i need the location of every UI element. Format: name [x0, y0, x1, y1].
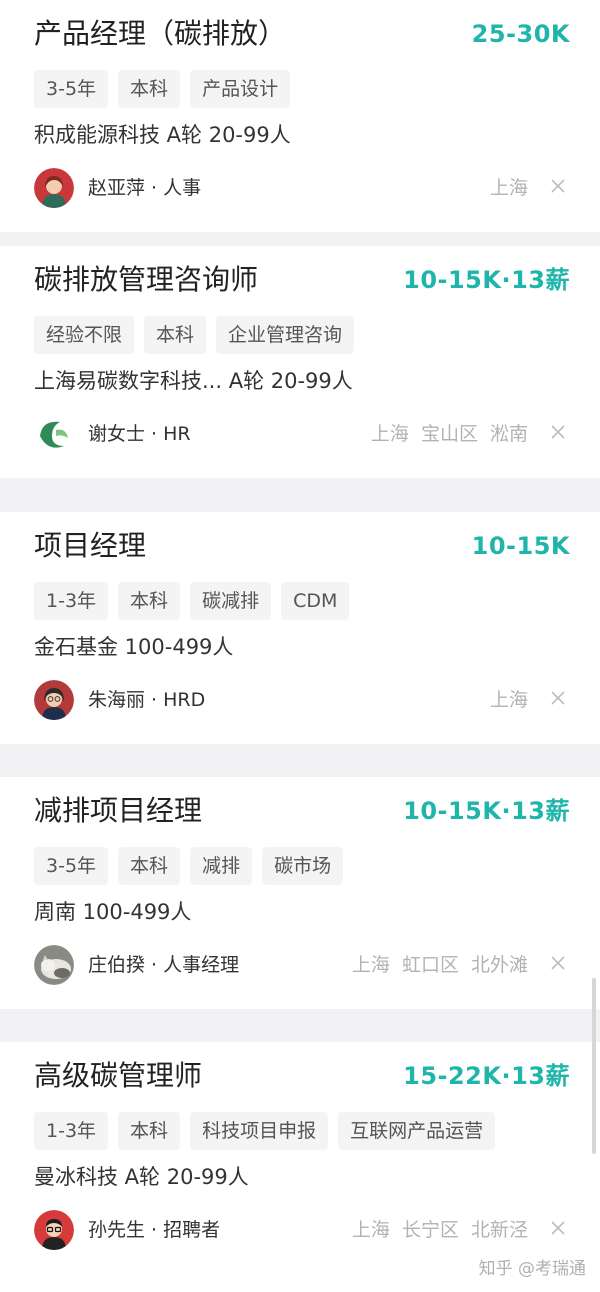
recruiter-name: 孙先生 · 招聘者 — [88, 1219, 221, 1241]
job-card[interactable]: 项目经理 10-15K 1-3年 本科 碳减排 CDM 金石基金 100-499… — [0, 512, 600, 744]
job-salary: 10-15K·13薪 — [403, 797, 570, 825]
job-tag: 碳市场 — [262, 847, 344, 885]
job-location: 上海 虹口区 北外滩 — [351, 954, 528, 976]
job-tag: 本科 — [118, 1112, 181, 1150]
green-leaf-logo-icon[interactable] — [34, 414, 74, 454]
recruiter-name: 谢女士 · HR — [88, 423, 191, 445]
tag-row: 3-5年 本科 产品设计 — [34, 70, 291, 108]
job-tag: 碳减排 — [190, 582, 272, 620]
close-icon[interactable] — [550, 690, 566, 706]
job-tag: 本科 — [118, 847, 181, 885]
company-info: 曼冰科技 A轮 20-99人 — [34, 1165, 249, 1189]
tag-row: 1-3年 本科 科技项目申报 互联网产品运营 — [34, 1112, 496, 1150]
close-icon[interactable] — [550, 955, 566, 971]
job-card[interactable]: 产品经理（碳排放） 25-30K 3-5年 本科 产品设计 积成能源科技 A轮 … — [0, 0, 600, 232]
job-title: 减排项目经理 — [34, 794, 203, 827]
company-info: 积成能源科技 A轮 20-99人 — [34, 123, 291, 147]
cat-photo-avatar-icon[interactable] — [34, 945, 74, 985]
job-location: 上海 宝山区 淞南 — [370, 423, 528, 445]
job-tag: 减排 — [190, 847, 253, 885]
job-title: 项目经理 — [34, 529, 147, 562]
job-salary: 25-30K — [471, 20, 570, 48]
job-salary: 15-22K·13薪 — [403, 1062, 570, 1090]
job-tag: 3-5年 — [34, 847, 109, 885]
job-tag: 企业管理咨询 — [216, 316, 355, 354]
scrollbar[interactable] — [592, 978, 596, 1154]
job-tag: 经验不限 — [34, 316, 135, 354]
job-tag: 1-3年 — [34, 1112, 109, 1150]
woman-red-hair-avatar-icon[interactable] — [34, 168, 74, 208]
company-info: 金石基金 100-499人 — [34, 635, 234, 659]
recruiter-name: 庄伯揆 · 人事经理 — [88, 954, 240, 976]
job-title: 高级碳管理师 — [34, 1059, 203, 1092]
close-icon[interactable] — [550, 424, 566, 440]
tag-row: 经验不限 本科 企业管理咨询 — [34, 316, 355, 354]
job-tag: 本科 — [118, 70, 181, 108]
job-location: 上海 — [489, 177, 528, 199]
watermark: 知乎 @考瑞通 — [478, 1259, 586, 1279]
job-title: 碳排放管理咨询师 — [34, 263, 259, 296]
job-tag: 本科 — [118, 582, 181, 620]
job-tag: 1-3年 — [34, 582, 109, 620]
tag-row: 3-5年 本科 减排 碳市场 — [34, 847, 344, 885]
job-tag: 互联网产品运营 — [338, 1112, 496, 1150]
job-tag: 科技项目申报 — [190, 1112, 329, 1150]
job-tag: 本科 — [144, 316, 207, 354]
job-card[interactable]: 减排项目经理 10-15K·13薪 3-5年 本科 减排 碳市场 周南 100-… — [0, 777, 600, 1009]
job-location: 上海 — [489, 689, 528, 711]
tag-row: 1-3年 本科 碳减排 CDM — [34, 582, 350, 620]
job-salary: 10-15K·13薪 — [403, 266, 570, 294]
job-salary: 10-15K — [471, 532, 570, 560]
job-card[interactable]: 碳排放管理咨询师 10-15K·13薪 经验不限 本科 企业管理咨询 上海易碳数… — [0, 246, 600, 478]
company-info: 上海易碳数字科技... A轮 20-99人 — [34, 369, 353, 393]
job-tag: 产品设计 — [190, 70, 291, 108]
job-tag: 3-5年 — [34, 70, 109, 108]
woman-glasses-avatar-icon[interactable] — [34, 680, 74, 720]
recruiter-name: 朱海丽 · HRD — [88, 689, 206, 711]
close-icon[interactable] — [550, 178, 566, 194]
company-info: 周南 100-499人 — [34, 900, 192, 924]
recruiter-name: 赵亚萍 · 人事 — [88, 177, 202, 199]
man-glasses-avatar-icon[interactable] — [34, 1210, 74, 1250]
job-title: 产品经理（碳排放） — [34, 17, 287, 50]
job-tag: CDM — [281, 582, 350, 620]
job-location: 上海 长宁区 北新泾 — [351, 1219, 528, 1241]
close-icon[interactable] — [550, 1220, 566, 1236]
